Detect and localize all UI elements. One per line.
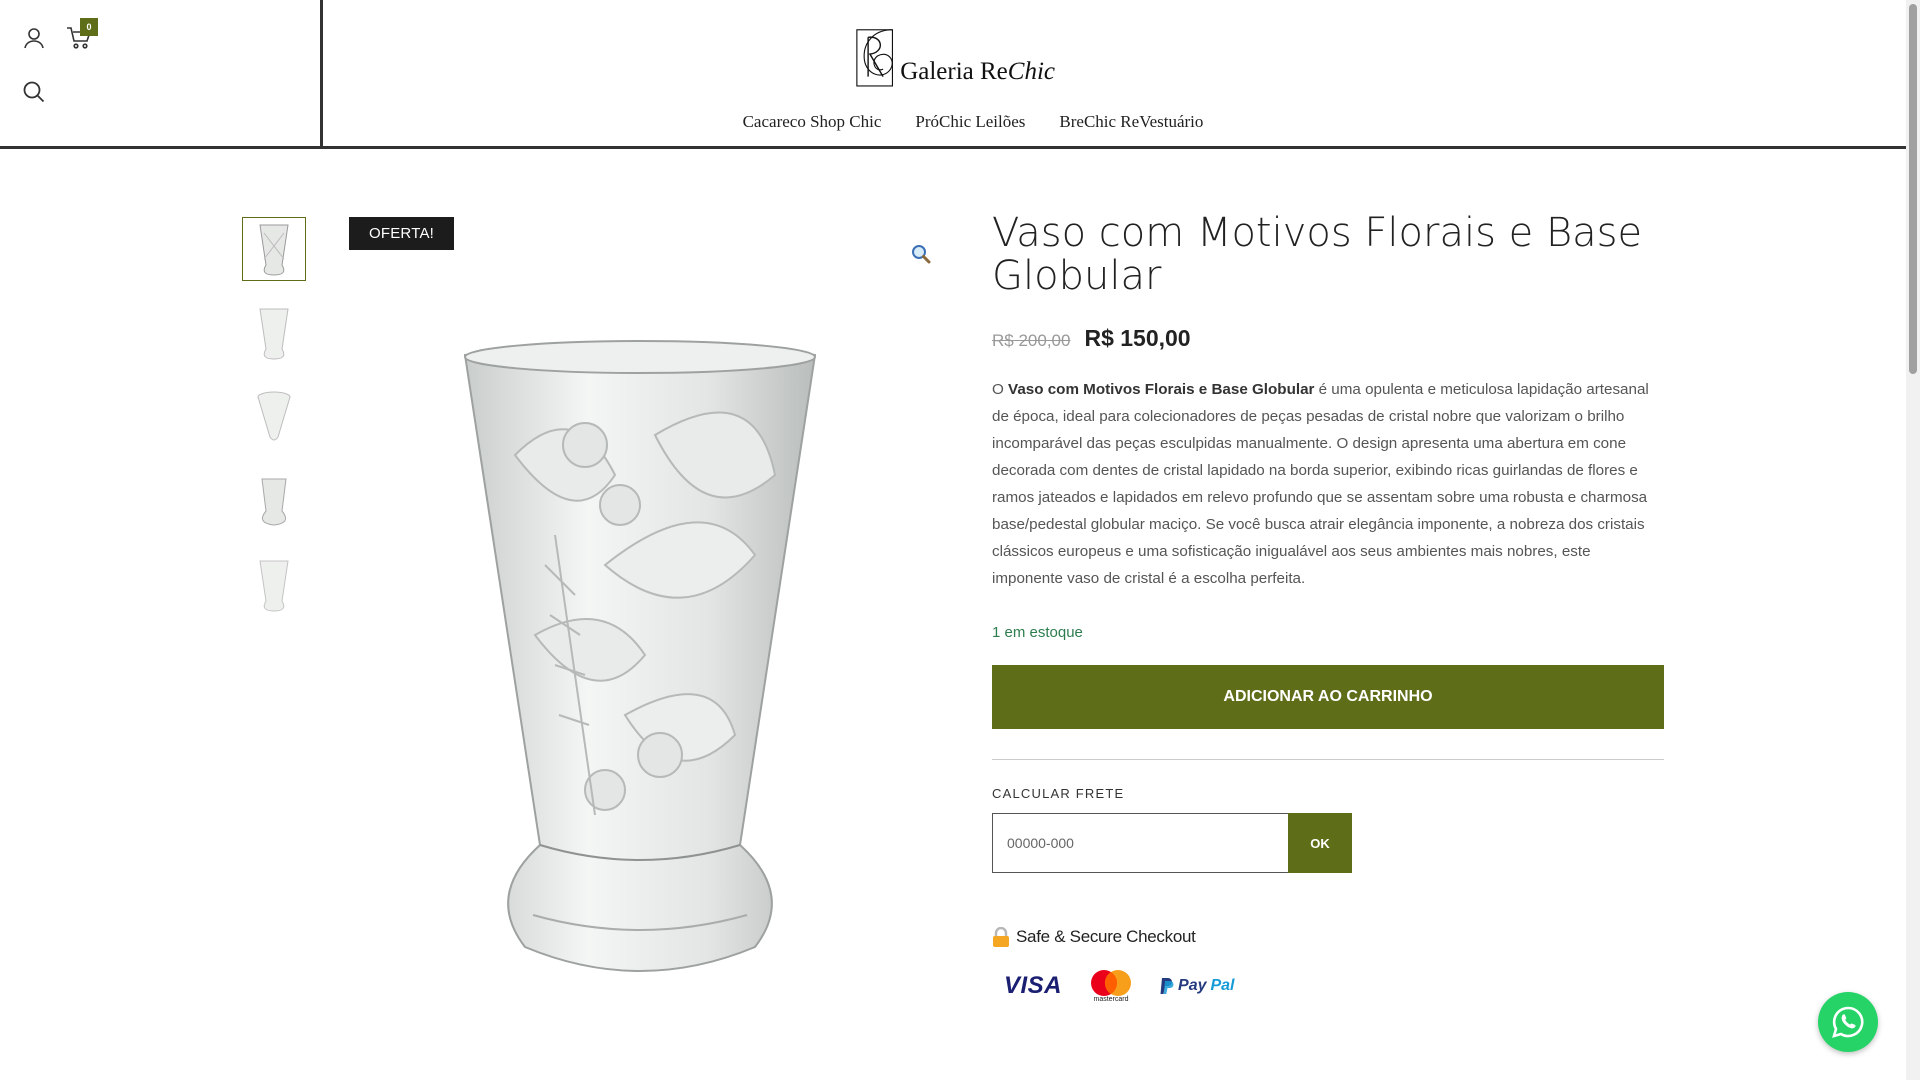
visa-logo: VISA [1004, 972, 1063, 999]
main-nav: Cacareco Shop Chic PróChic Leilões BreCh… [0, 112, 1906, 132]
divider [992, 759, 1664, 760]
nav-item-leiloes[interactable]: PróChic Leilões [915, 112, 1025, 132]
whatsapp-button[interactable] [1818, 992, 1878, 1052]
whatsapp-icon [1832, 1006, 1864, 1038]
page-scrollbar[interactable] [1906, 0, 1920, 1080]
secure-checkout: Safe & Secure Checkout [992, 927, 1664, 947]
zip-code-input[interactable] [992, 813, 1288, 873]
thumbnail-4[interactable] [242, 469, 306, 533]
thumbnail-2[interactable] [242, 301, 306, 365]
price-new: R$ 150,00 [1084, 325, 1191, 351]
cart-count-badge: 0 [80, 18, 98, 36]
paypal-icon [1160, 978, 1174, 994]
logo-text: Galeria ReChic [900, 58, 1055, 85]
thumbnail-3[interactable] [242, 385, 306, 449]
product-image[interactable] [455, 335, 825, 975]
magnifier-icon[interactable] [910, 243, 932, 265]
scrollbar-thumb[interactable] [1909, 4, 1917, 374]
search-icon[interactable] [20, 78, 48, 106]
mastercard-logo: mastercard [1090, 969, 1132, 1003]
payment-methods: VISA mastercard Pay Pal [992, 969, 1664, 1003]
add-to-cart-button[interactable]: ADICIONAR AO CARRINHO [992, 665, 1664, 729]
lock-icon [993, 927, 1009, 947]
site-logo[interactable]: Galeria ReChic [855, 18, 1055, 90]
shipping-ok-button[interactable]: OK [1288, 813, 1352, 873]
product-description: O Vaso com Motivos Florais e Base Globul… [992, 381, 1649, 587]
shipping-form: OK [992, 813, 1664, 873]
nav-item-cacareco[interactable]: Cacareco Shop Chic [743, 112, 882, 132]
nav-item-revestuario[interactable]: BreChic ReVestuário [1059, 112, 1203, 132]
site-header: 0 Galeria ReChic Cacareco Shop Chic PróC… [0, 0, 1906, 149]
product-title: Vaso com Motivos Florais e Base Globular [992, 210, 1643, 299]
thumbnail-1[interactable] [242, 217, 306, 281]
product-summary: Vaso com Motivos Florais e Base Globular… [992, 212, 1664, 1003]
thumbnail-list [242, 217, 306, 637]
secure-checkout-text: Safe & Secure Checkout [1016, 927, 1196, 946]
sale-badge: OFERTA! [349, 217, 455, 250]
stock-status: 1 em estoque [992, 624, 1083, 641]
logo-mark-icon [856, 29, 894, 87]
price-block: R$ 200,00 R$ 150,00 [992, 325, 1664, 352]
thumbnail-5[interactable] [242, 553, 306, 617]
shipping-label: CALCULAR FRETE [992, 786, 1125, 801]
user-icon[interactable] [20, 24, 48, 52]
paypal-logo: Pay Pal [1160, 977, 1235, 995]
price-old: R$ 200,00 [992, 331, 1071, 350]
